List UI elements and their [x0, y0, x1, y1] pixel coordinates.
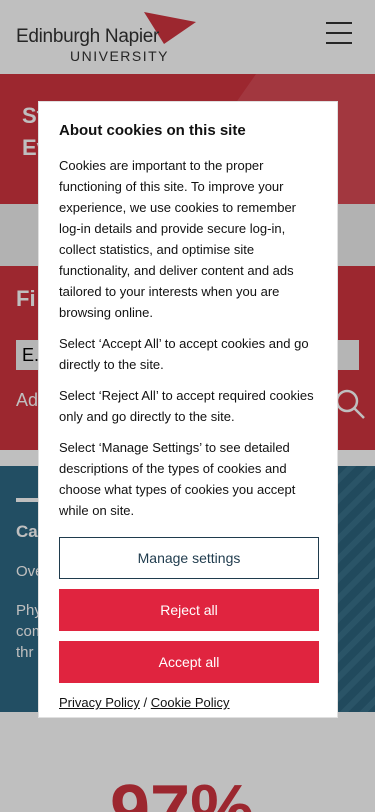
policy-links: Privacy Policy / Cookie Policy: [59, 695, 317, 710]
cookie-consent-dialog: About cookies on this site Cookies are i…: [38, 101, 338, 718]
manage-settings-button[interactable]: Manage settings: [59, 537, 319, 579]
cookie-description: Cookies are important to the proper func…: [59, 158, 297, 320]
reject-all-button[interactable]: Reject all: [59, 589, 319, 631]
manage-settings-instruction: Select ‘Manage Settings’ to see detailed…: [59, 440, 296, 518]
privacy-policy-link[interactable]: Privacy Policy: [59, 695, 140, 710]
policy-separator: /: [139, 695, 151, 710]
cookie-dialog-title: About cookies on this site: [59, 122, 246, 139]
accept-all-instruction: Select ‘Accept All’ to accept cookies an…: [59, 336, 309, 372]
accept-all-button[interactable]: Accept all: [59, 641, 319, 683]
reject-all-instruction: Select ‘Reject All’ to accept required c…: [59, 388, 314, 424]
cookie-policy-link[interactable]: Cookie Policy: [151, 695, 230, 710]
